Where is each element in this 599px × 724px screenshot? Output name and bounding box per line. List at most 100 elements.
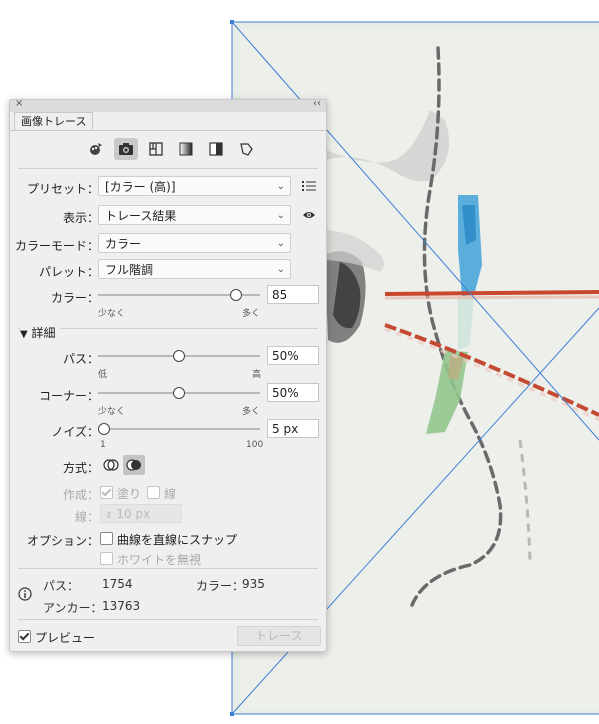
divider: [18, 168, 318, 169]
options-label: オプション：: [26, 534, 99, 548]
stroke-width-field[interactable]: ⇕ 10 px: [100, 504, 182, 523]
overlapping-method-button[interactable]: [123, 455, 145, 475]
colors-slider-knob[interactable]: [229, 289, 242, 301]
trace-button[interactable]: トレース: [237, 626, 321, 646]
stats-colors-label: カラー：: [196, 579, 245, 593]
colors-label: カラー：: [50, 291, 99, 305]
auto-color-preset-button[interactable]: [84, 138, 108, 160]
view-row: 表示： トレース結果 ⌄: [10, 205, 326, 227]
fill-label: 塗り: [117, 487, 142, 501]
corners-row: コーナー： 50% 少なく 多く: [10, 383, 326, 417]
divider: [18, 619, 318, 620]
info-icon: [18, 587, 32, 601]
preset-value: [カラー (高)]: [105, 180, 176, 194]
grayscale-preset-button[interactable]: [174, 138, 198, 160]
colors-slider[interactable]: [98, 289, 260, 301]
stroke-width-value: 10 px: [116, 507, 151, 521]
checkbox-icon: [100, 532, 113, 545]
stroke-checkbox[interactable]: 線: [147, 485, 176, 502]
paths-row: パス： 50% 低 高: [10, 346, 326, 380]
preset-select[interactable]: [カラー (高)] ⌄: [98, 176, 291, 196]
stepper-icon: ⇕: [105, 511, 113, 521]
outline-icon: [240, 143, 253, 156]
ignore-white-label: ホワイトを無視: [117, 553, 202, 567]
view-select[interactable]: トレース結果 ⌄: [98, 205, 291, 225]
tab-image-trace[interactable]: 画像トレース: [14, 112, 94, 131]
auto-color-icon: [90, 143, 102, 155]
fill-checkbox[interactable]: 塗り: [100, 485, 141, 502]
checkbox-icon: [100, 552, 113, 565]
chevron-down-icon: ⌄: [276, 210, 285, 221]
panel-titlebar[interactable]: × ‹‹: [10, 98, 326, 112]
high-color-preset-button[interactable]: [114, 138, 138, 160]
view-source-toggle[interactable]: [301, 207, 317, 223]
checkbox-icon: [18, 630, 31, 643]
stats-paths-value: 1754: [102, 577, 133, 591]
outline-preset-button[interactable]: [234, 138, 258, 160]
preset-menu-button[interactable]: [301, 178, 317, 194]
checkbox-icon: [100, 486, 113, 499]
corners-slider-knob[interactable]: [173, 387, 185, 399]
tab-divider: [10, 130, 326, 131]
color-mode-row: カラーモード： カラー ⌄: [10, 233, 326, 255]
view-label: 表示：: [62, 211, 99, 225]
grid-photo-icon: [149, 142, 163, 156]
ignore-white-row: ホワイトを無視: [10, 548, 326, 570]
advanced-toggle[interactable]: ▼ 詳細: [20, 324, 60, 341]
snap-curves-label: 曲線を直線にスナップ: [117, 533, 238, 547]
anchor-handle[interactable]: [230, 712, 234, 716]
noise-value-field[interactable]: 5 px: [267, 419, 319, 438]
stats-anchors-label: アンカー：: [43, 601, 103, 615]
corners-value-field[interactable]: 50%: [267, 383, 319, 402]
preset-row: プリセット： [カラー (高)] ⌄: [10, 176, 326, 198]
collapse-icon[interactable]: ‹‹: [313, 98, 321, 109]
method-label: 方式：: [62, 461, 99, 475]
preview-checkbox[interactable]: プレビュー: [18, 629, 95, 646]
noise-max-label: 100: [246, 440, 264, 450]
disclosure-triangle-icon: ▼: [20, 329, 28, 340]
corners-label: コーナー：: [38, 389, 99, 403]
divider: [18, 568, 318, 569]
noise-slider[interactable]: [98, 423, 260, 435]
corners-slider[interactable]: [98, 387, 260, 399]
paths-value-field[interactable]: 50%: [267, 346, 319, 365]
advanced-section-header[interactable]: ▼ 詳細: [10, 322, 326, 341]
ignore-white-checkbox[interactable]: ホワイトを無視: [100, 551, 201, 568]
chevron-down-icon: ⌄: [276, 238, 285, 249]
palette-label: パレット：: [38, 265, 99, 279]
advanced-label: 詳細: [31, 326, 56, 340]
color-mode-select[interactable]: カラー ⌄: [98, 233, 291, 253]
chevron-down-icon: ⌄: [276, 181, 285, 192]
black-white-preset-button[interactable]: [204, 138, 228, 160]
stats-anchors-value: 13763: [102, 599, 141, 613]
paths-slider[interactable]: [98, 350, 260, 362]
anchor-handle[interactable]: [230, 20, 234, 24]
paths-label: パス：: [62, 352, 99, 366]
chevron-down-icon: ⌄: [276, 264, 285, 275]
view-value: トレース結果: [105, 209, 177, 223]
corners-max-label: 多く: [242, 407, 261, 417]
corners-min-label: 少なく: [98, 407, 126, 417]
colors-value-field[interactable]: 85: [267, 285, 319, 304]
paths-slider-knob[interactable]: [173, 350, 185, 362]
palette-value: フル階調: [105, 263, 154, 277]
eye-icon: [303, 212, 315, 218]
list-menu-icon: [302, 181, 316, 191]
close-icon[interactable]: ×: [15, 98, 23, 109]
snap-curves-checkbox[interactable]: 曲線を直線にスナップ: [100, 531, 237, 548]
abutting-method-button[interactable]: [100, 455, 122, 475]
camera-icon: [119, 143, 133, 155]
low-color-preset-button[interactable]: [144, 138, 168, 160]
noise-min-label: 1: [100, 440, 106, 450]
black-white-icon: [209, 142, 223, 156]
paths-min-label: 低: [98, 370, 108, 380]
create-label: 作成：: [62, 488, 99, 502]
palette-select[interactable]: フル階調 ⌄: [98, 259, 291, 279]
paths-max-label: 高: [252, 370, 262, 380]
color-mode-label: カラーモード：: [14, 239, 99, 253]
abutting-icon: [103, 459, 119, 471]
method-row: 方式：: [10, 455, 326, 477]
noise-label: ノイズ：: [51, 425, 99, 439]
noise-slider-knob[interactable]: [98, 423, 111, 435]
preset-label: プリセット：: [26, 182, 99, 196]
